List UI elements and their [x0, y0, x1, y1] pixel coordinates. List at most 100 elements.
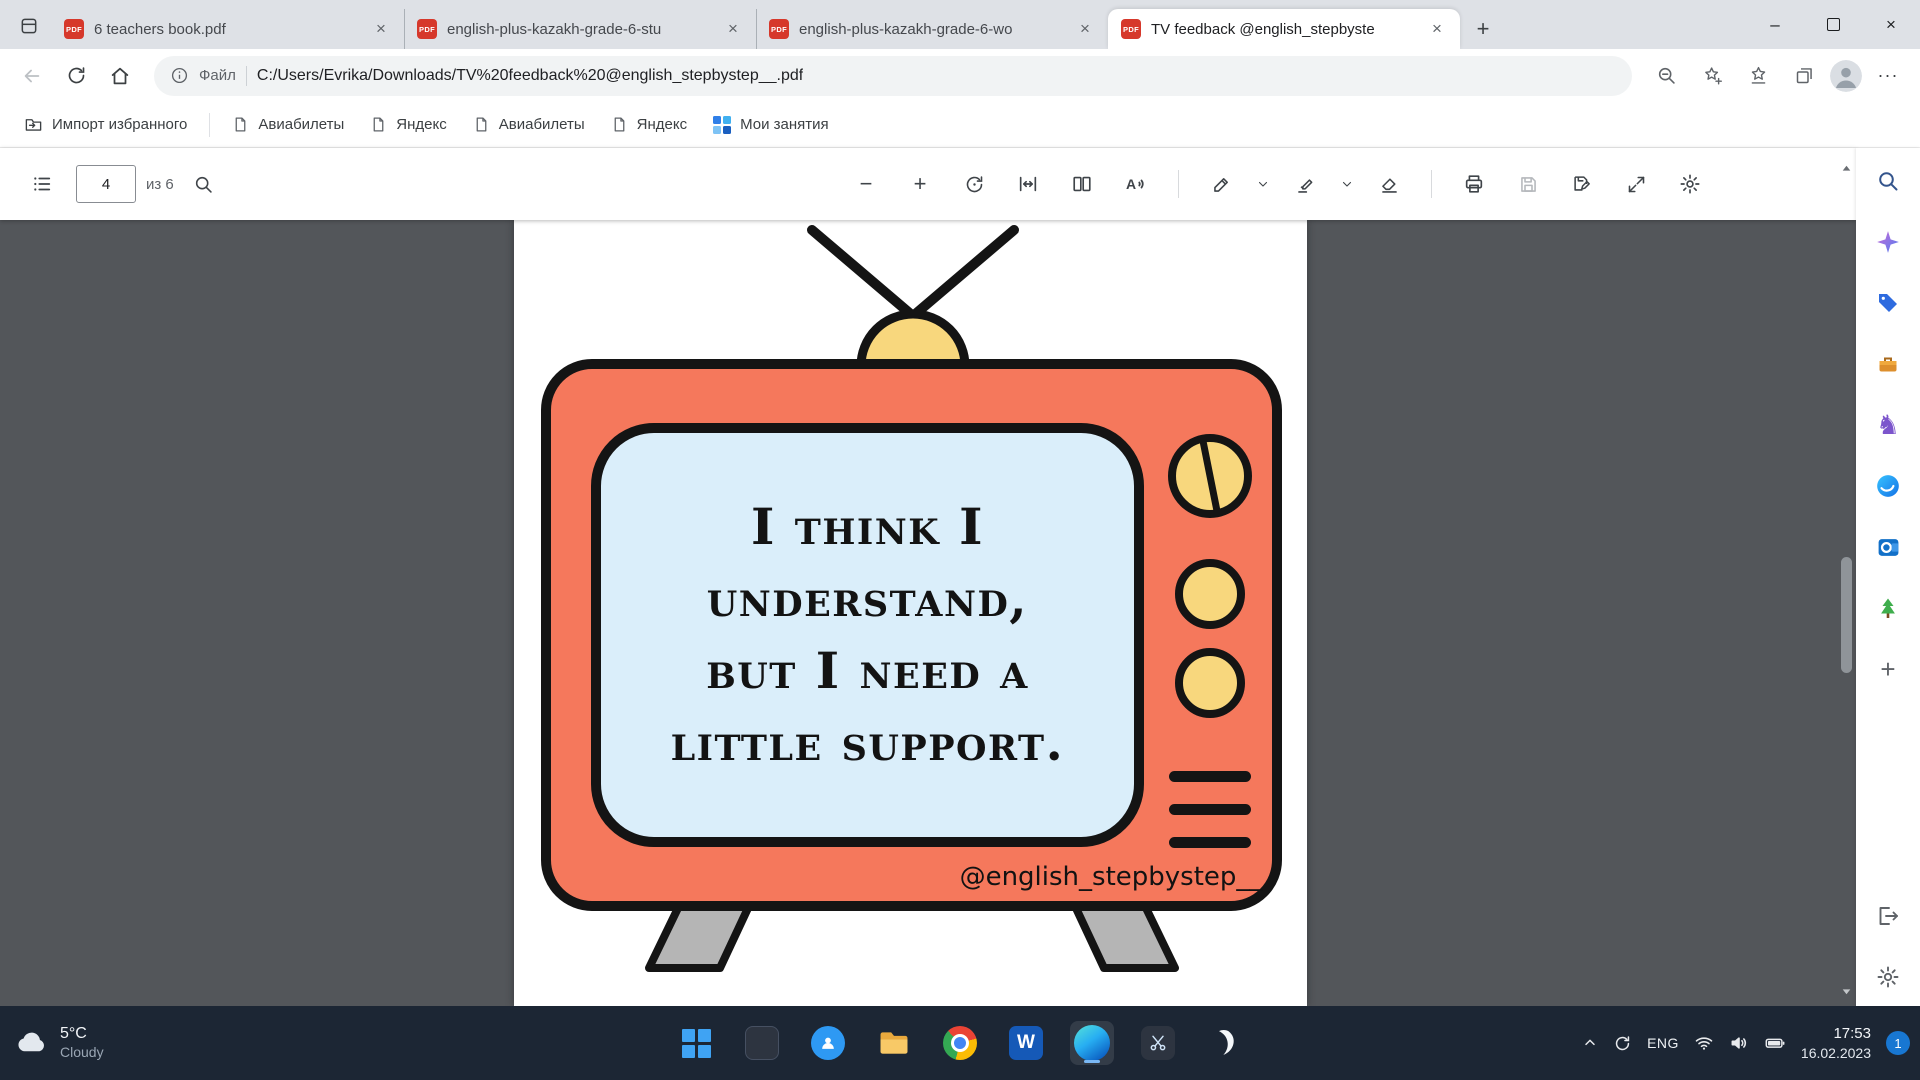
bookmark-aviabilety-1[interactable]: Авиабилеты [222, 110, 354, 139]
battery-icon[interactable] [1764, 1032, 1786, 1054]
sidebar-add-icon[interactable]: + [1871, 652, 1905, 686]
fullscreen-icon[interactable] [1616, 164, 1656, 204]
reset-zoom-icon[interactable] [954, 164, 994, 204]
shopping-tag-icon[interactable] [1871, 286, 1905, 320]
save-icon[interactable] [1508, 164, 1548, 204]
notification-badge[interactable]: 1 [1886, 1031, 1910, 1055]
wifi-icon[interactable] [1694, 1033, 1714, 1053]
save-as-icon[interactable] [1562, 164, 1602, 204]
file-explorer-icon[interactable] [872, 1021, 916, 1065]
fit-to-width-icon[interactable] [1008, 164, 1048, 204]
page-info-icon[interactable] [170, 66, 189, 85]
edge-icon[interactable] [1070, 1021, 1114, 1065]
bookmark-aviabilety-2[interactable]: Авиабилеты [463, 110, 595, 139]
tab-close-icon[interactable]: × [1426, 18, 1448, 40]
browser-menu-icon[interactable]: ··· [1868, 56, 1908, 96]
language-indicator[interactable]: ENG [1647, 1035, 1679, 1051]
dark-app-icon[interactable] [740, 1021, 784, 1065]
pdf-tools-group: − + A [846, 164, 1710, 204]
bookmark-yandex-1[interactable]: Яндекс [360, 110, 456, 139]
eraser-icon[interactable] [1369, 164, 1409, 204]
scroll-down-arrow[interactable] [1837, 985, 1856, 998]
collections-icon[interactable] [1784, 56, 1824, 96]
page-count-label: из 6 [146, 176, 174, 193]
tab-close-icon[interactable]: × [1074, 18, 1096, 40]
gradient-circle-app-icon[interactable] [1871, 469, 1905, 503]
chat-icon[interactable] [806, 1021, 850, 1065]
windows-taskbar: 5°C Cloudy W ENG [0, 1006, 1920, 1080]
bookmark-import-favorites[interactable]: Импорт избранного [14, 109, 197, 140]
address-bar[interactable]: Файл C:/Users/Evrika/Downloads/TV%20feed… [154, 56, 1632, 96]
outlook-icon[interactable] [1871, 530, 1905, 564]
word-icon[interactable]: W [1004, 1021, 1048, 1065]
scrollbar-thumb[interactable] [1841, 557, 1852, 673]
tab-1[interactable]: PDF 6 teachers book.pdf × [52, 9, 404, 49]
pdf-file-icon: PDF [769, 19, 789, 39]
chrome-icon[interactable] [938, 1021, 982, 1065]
tab-title: english-plus-kazakh-grade-6-wo [799, 21, 1064, 38]
clock-widget[interactable]: 17:53 16.02.2023 [1801, 1024, 1871, 1062]
zoom-indicator-icon[interactable] [1646, 56, 1686, 96]
highlighter-dropdown-icon[interactable] [1339, 164, 1355, 204]
tab-actions-menu-icon[interactable] [14, 11, 44, 41]
pdf-settings-gear-icon[interactable] [1670, 164, 1710, 204]
snipping-tool-icon[interactable] [1136, 1021, 1180, 1065]
read-aloud-icon[interactable]: A [1116, 164, 1156, 204]
swoosh-app-icon[interactable] [1202, 1021, 1246, 1065]
scroll-up-arrow[interactable] [1837, 162, 1856, 175]
draw-pen-dropdown-icon[interactable] [1255, 164, 1271, 204]
favorites-bar-icon[interactable] [1738, 56, 1778, 96]
tree-app-icon[interactable] [1871, 591, 1905, 625]
url-text: C:/Users/Evrika/Downloads/TV%20feedback%… [257, 67, 803, 85]
page-number-input[interactable] [76, 165, 136, 203]
weather-temp: 5°C [60, 1024, 104, 1044]
pdf-toolbar: из 6 − + A [0, 148, 1856, 220]
minimize-button[interactable]: – [1746, 0, 1804, 49]
tab-2[interactable]: PDF english-plus-kazakh-grade-6-stu × [404, 9, 756, 49]
highlighter-icon[interactable] [1285, 164, 1325, 204]
profile-avatar[interactable] [1830, 60, 1862, 92]
bookmark-yandex-2[interactable]: Яндекс [601, 110, 697, 139]
draw-pen-icon[interactable] [1201, 164, 1241, 204]
pdf-search-icon[interactable] [184, 164, 224, 204]
sidebar-settings-gear-icon[interactable] [1871, 960, 1905, 994]
tab-3[interactable]: PDF english-plus-kazakh-grade-6-wo × [756, 9, 1108, 49]
time-label: 17:53 [1833, 1024, 1871, 1044]
import-favorites-icon [24, 115, 43, 134]
tv-antenna-left [812, 230, 913, 316]
copilot-icon[interactable] [1871, 225, 1905, 259]
sidebar-toggle-icon[interactable] [1871, 899, 1905, 933]
bookmark-moi-zanyatiya[interactable]: Мои занятия [703, 110, 839, 140]
back-button[interactable] [12, 56, 52, 96]
weather-widget[interactable]: 5°C Cloudy [14, 1006, 104, 1080]
maximize-button[interactable] [1804, 0, 1862, 49]
tab-close-icon[interactable]: × [370, 18, 392, 40]
tv-vent [1169, 804, 1251, 815]
page-view-icon[interactable] [1062, 164, 1102, 204]
games-knight-icon[interactable]: ♞ [1871, 408, 1905, 442]
hidden-icons-chevron[interactable] [1582, 1035, 1598, 1051]
refresh-button[interactable] [56, 56, 96, 96]
tab-close-icon[interactable]: × [722, 18, 744, 40]
tv-vent [1169, 837, 1251, 848]
start-icon[interactable] [674, 1021, 718, 1065]
home-button[interactable] [100, 56, 140, 96]
pdf-scrollbar[interactable] [1837, 148, 1856, 1006]
pdf-page: I think I understand, but I need a littl… [514, 220, 1307, 1006]
toolbox-icon[interactable] [1871, 347, 1905, 381]
tv-leg-left [649, 906, 749, 968]
volume-icon[interactable] [1729, 1033, 1749, 1053]
sidebar-search-icon[interactable] [1871, 164, 1905, 198]
table-of-contents-icon[interactable] [22, 164, 62, 204]
tab-4-active[interactable]: PDF TV feedback @english_stepbyste × [1108, 9, 1460, 49]
taskbar-center-icons: W [674, 1021, 1246, 1065]
tray-sync-icon[interactable] [1613, 1034, 1632, 1053]
bookmark-label: Яндекс [396, 116, 446, 133]
zoom-out-button[interactable]: − [846, 164, 886, 204]
print-icon[interactable] [1454, 164, 1494, 204]
zoom-in-button[interactable]: + [900, 164, 940, 204]
new-tab-button[interactable]: + [1466, 12, 1500, 46]
add-favorite-icon[interactable] [1692, 56, 1732, 96]
pdf-viewport[interactable]: I think I understand, but I need a littl… [0, 220, 1856, 1006]
close-window-button[interactable]: × [1862, 0, 1920, 49]
